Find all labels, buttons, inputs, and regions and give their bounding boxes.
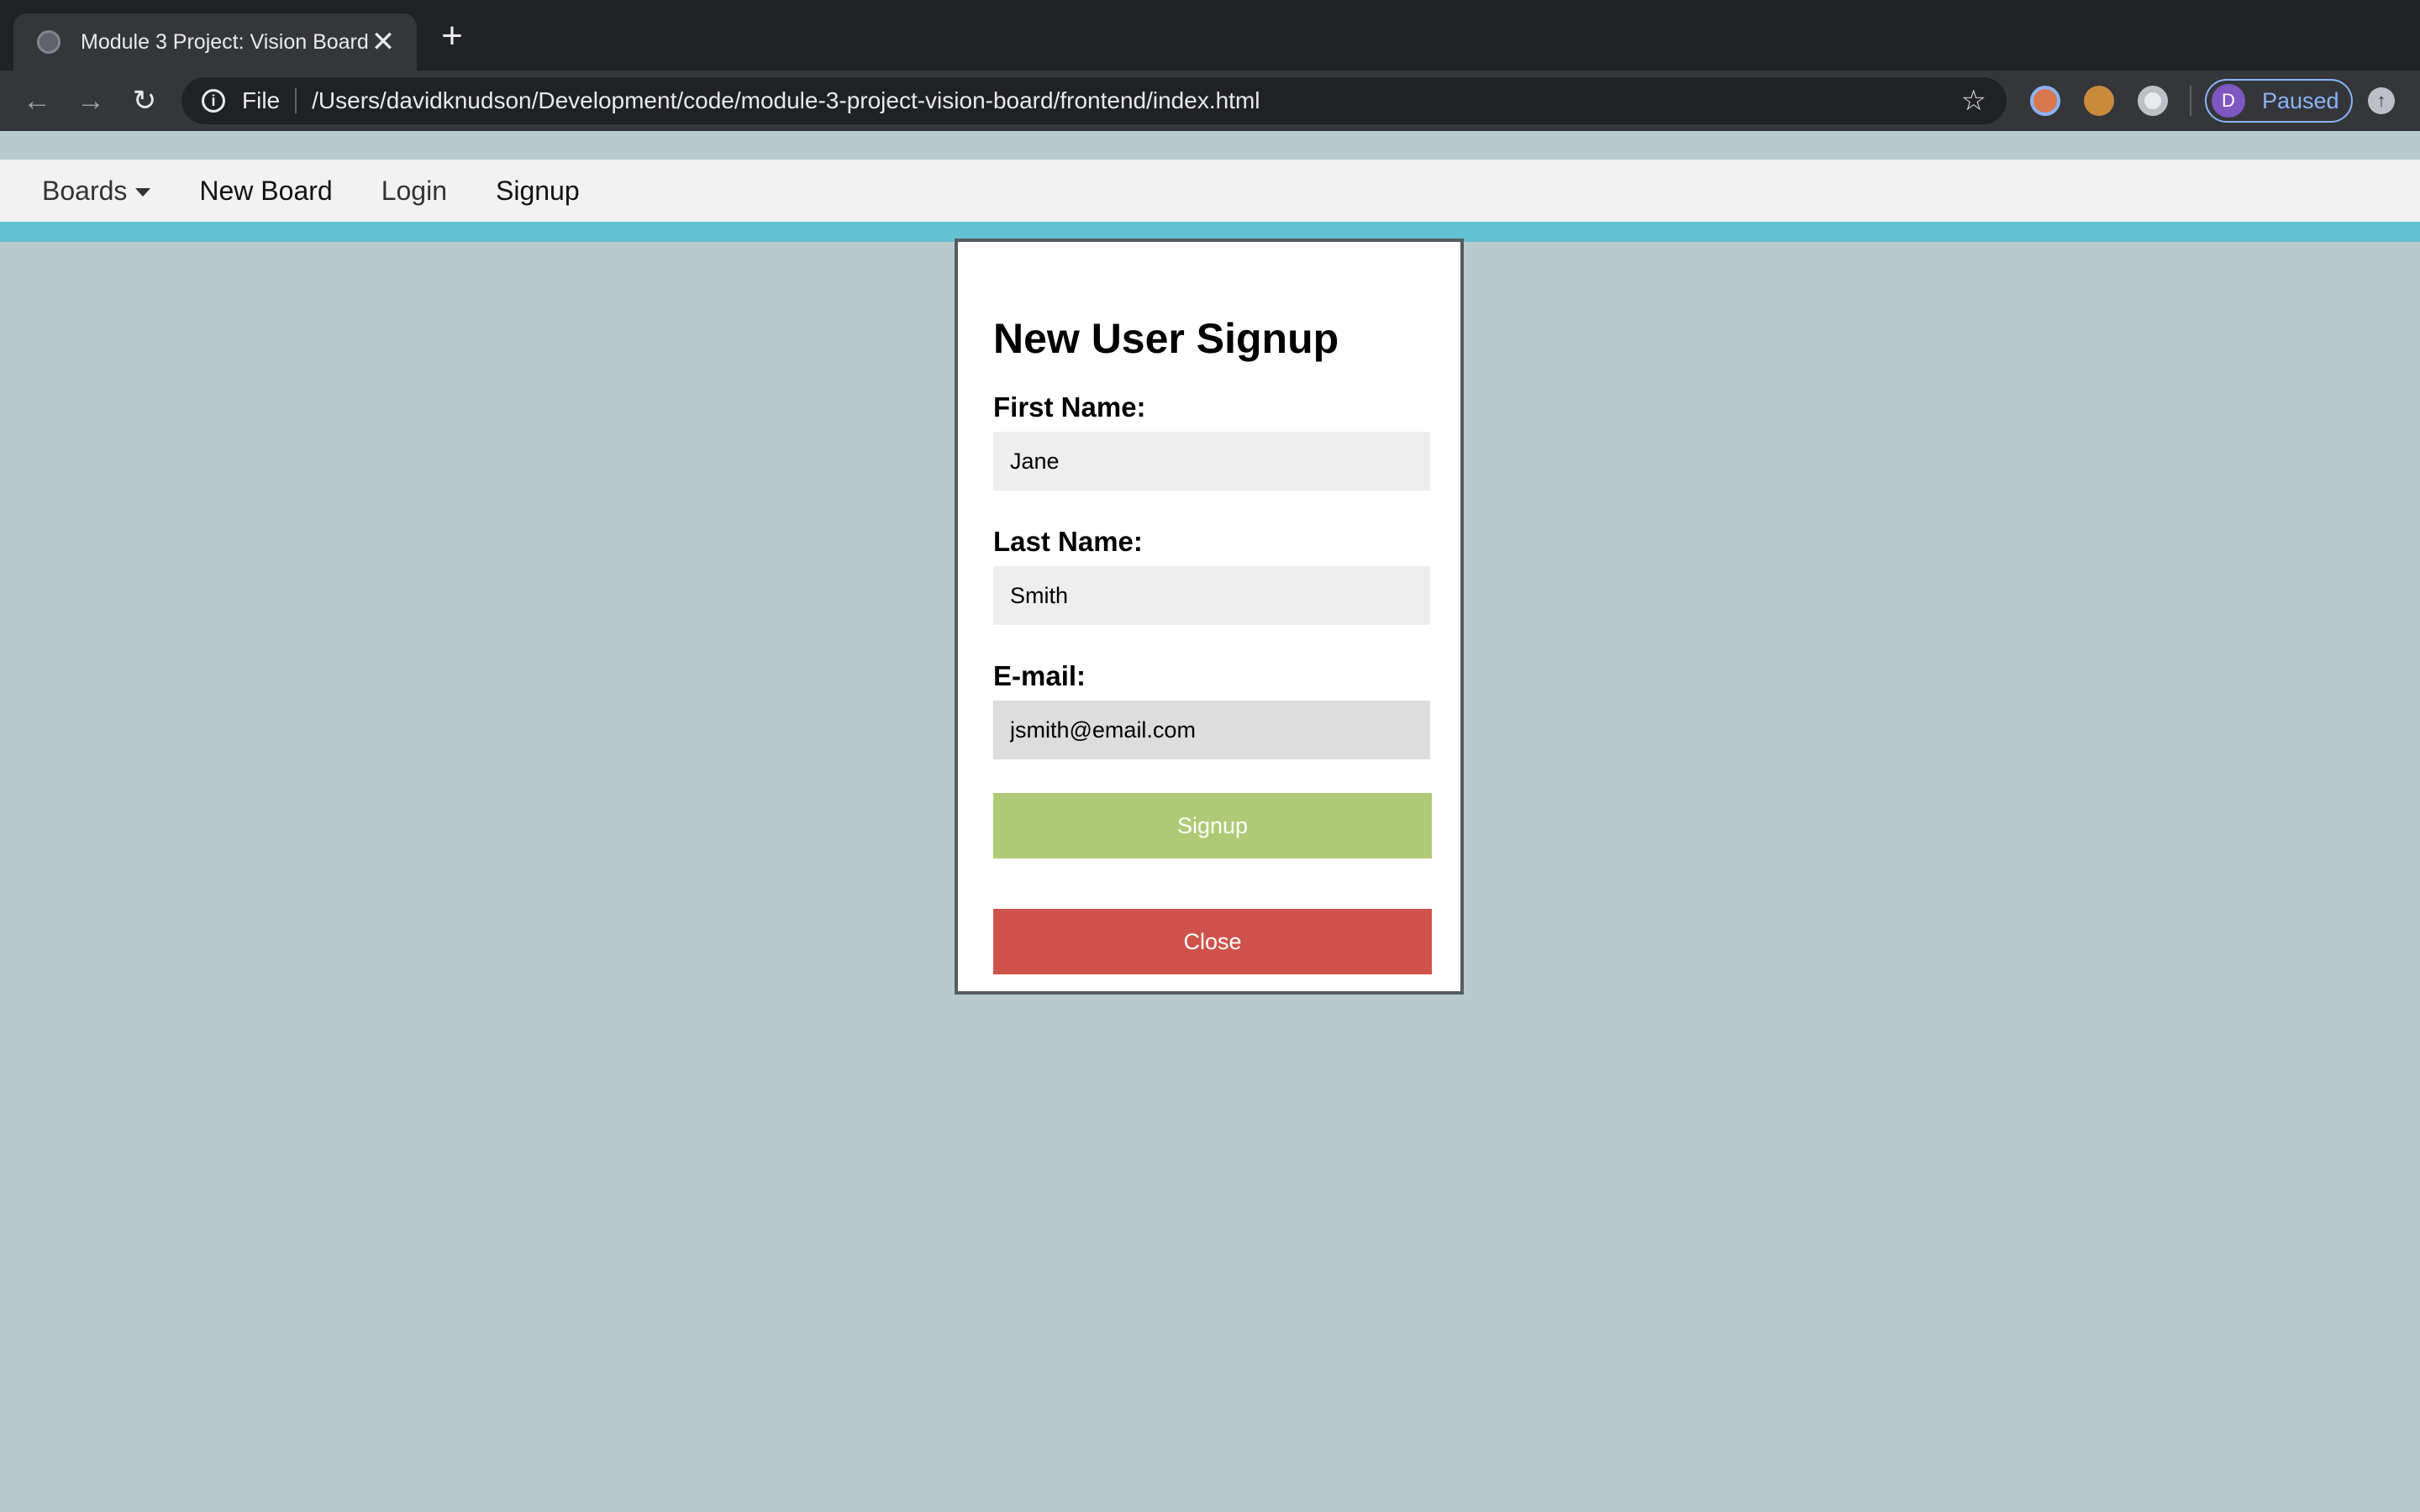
- nav-signup[interactable]: Signup: [496, 176, 580, 207]
- scheme-label: File: [242, 87, 281, 113]
- url-text[interactable]: /Users/davidknudson/Development/code/mod…: [312, 87, 1960, 114]
- update-icon[interactable]: ↑: [2368, 87, 2395, 114]
- first-name-field[interactable]: [993, 432, 1430, 491]
- nav-boards-dropdown[interactable]: Boards: [42, 175, 151, 207]
- back-arrow-icon[interactable]: ←: [18, 82, 55, 119]
- email-field[interactable]: [993, 701, 1430, 759]
- circle-extension-icon[interactable]: [2138, 86, 2168, 116]
- profile-status: Paused: [2262, 87, 2339, 113]
- avatar: D: [2212, 84, 2245, 118]
- first-name-label: First Name:: [993, 391, 1146, 423]
- browser-tab-strip: Module 3 Project: Vision Board ✕ +: [0, 0, 2420, 71]
- reload-icon[interactable]: ↻: [126, 82, 163, 119]
- modal-title: New User Signup: [993, 315, 1339, 362]
- app-navbar: Boards New Board Login Signup: [0, 160, 2420, 222]
- signup-modal: New User Signup First Name: Last Name: E…: [955, 239, 1464, 995]
- toolbar-divider: [2190, 86, 2191, 116]
- nav-new-board[interactable]: New Board: [199, 176, 332, 207]
- page-top-spacer: [0, 131, 2420, 160]
- globe-favicon-icon: [37, 30, 60, 54]
- close-button[interactable]: Close: [993, 909, 1432, 974]
- nav-boards-label: Boards: [42, 175, 128, 206]
- last-name-label: Last Name:: [993, 526, 1143, 557]
- nav-login[interactable]: Login: [381, 176, 447, 207]
- address-bar[interactable]: i File /Users/davidknudson/Development/c…: [182, 77, 2007, 124]
- tab-title: Module 3 Project: Vision Board: [81, 29, 368, 54]
- profile-button[interactable]: D Paused: [2205, 79, 2353, 123]
- glasses-extension-icon[interactable]: [2030, 86, 2060, 116]
- caret-down-icon: [135, 188, 151, 197]
- address-bar-divider: [295, 88, 297, 113]
- browser-tab[interactable]: Module 3 Project: Vision Board ✕: [13, 13, 417, 71]
- bookmark-star-icon[interactable]: ☆: [1961, 87, 1986, 115]
- cookie-extension-icon[interactable]: [2084, 86, 2114, 116]
- info-icon[interactable]: i: [202, 89, 225, 113]
- close-tab-icon[interactable]: ✕: [368, 28, 398, 56]
- new-tab-icon[interactable]: +: [435, 18, 469, 55]
- forward-arrow-icon[interactable]: →: [72, 82, 109, 119]
- last-name-field[interactable]: [993, 566, 1430, 625]
- email-label: E-mail:: [993, 660, 1086, 691]
- signup-button[interactable]: Signup: [993, 793, 1432, 858]
- browser-toolbar: ← → ↻ i File /Users/davidknudson/Develop…: [0, 71, 2420, 131]
